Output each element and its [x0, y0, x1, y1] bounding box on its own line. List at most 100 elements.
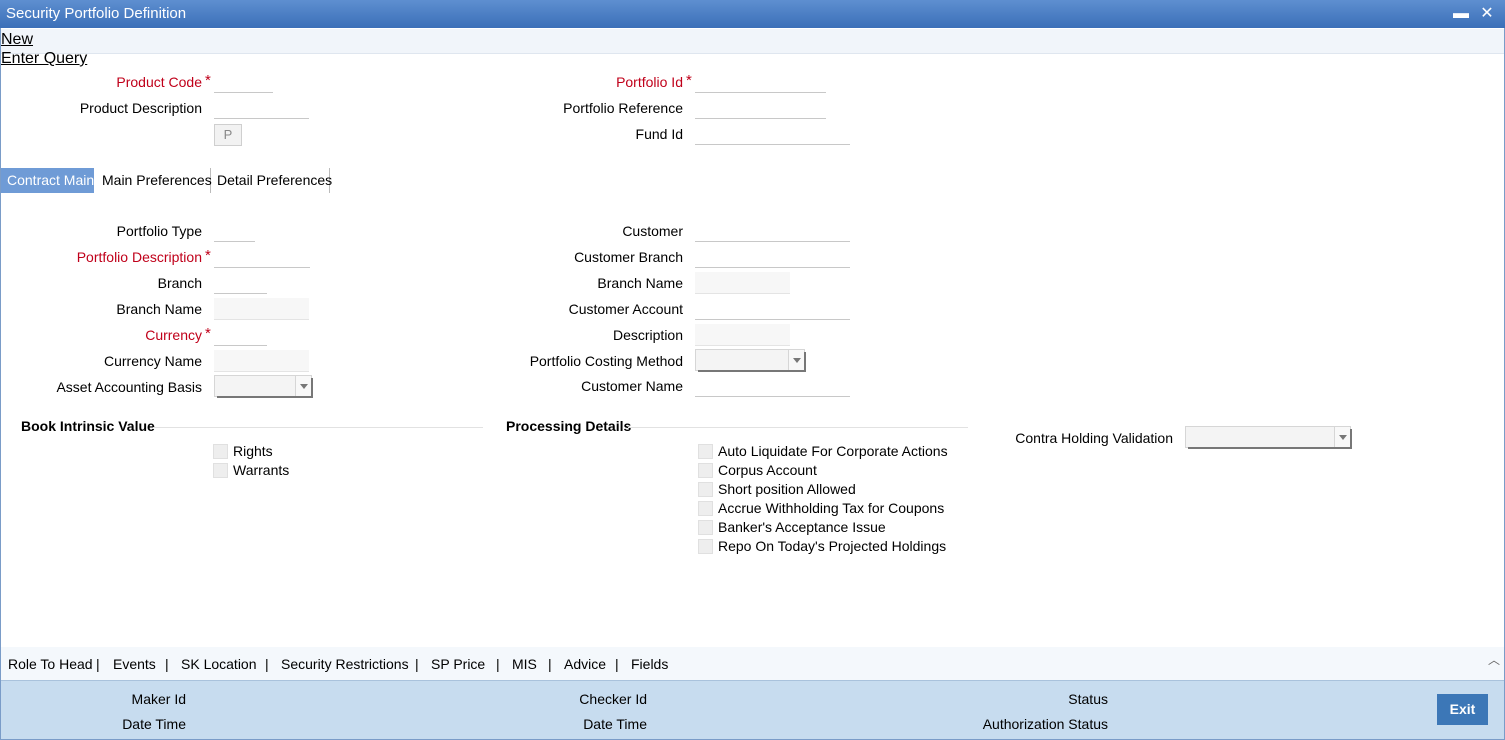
toolbar-strip	[1, 29, 1504, 54]
branch-name-label: Branch Name	[116, 301, 202, 317]
tab-main-preferences[interactable]: Main Preferences	[96, 168, 212, 193]
window-title-bar: Security Portfolio Definition ▬ ✕	[0, 0, 1505, 28]
asset-accounting-basis-select[interactable]	[214, 375, 313, 398]
customer-account-input[interactable]	[695, 298, 850, 320]
warrants-label: Warrants	[233, 462, 290, 478]
bankers-acceptance-label: Banker's Acceptance Issue	[718, 519, 886, 535]
minimize-icon[interactable]: ▬	[1450, 0, 1472, 28]
sp-price-link[interactable]: SP Price	[431, 656, 485, 672]
processing-details-title: Processing Details	[506, 418, 632, 434]
chevron-down-icon	[788, 350, 804, 370]
currency-name-label: Currency Name	[103, 353, 202, 369]
p-button[interactable]: P	[214, 124, 242, 146]
description-label: Description	[612, 327, 683, 343]
currency-input[interactable]	[214, 324, 267, 346]
bottom-link-bar: Role To Head | Events | SK Location | Se…	[1, 647, 1504, 680]
asset-accounting-basis-label: Asset Accounting Basis	[56, 379, 202, 395]
contra-holding-validation-label: Contra Holding Validation	[1015, 430, 1173, 446]
status-label: Status	[1068, 691, 1108, 707]
events-link[interactable]: Events	[113, 656, 156, 672]
repo-projected-holdings-label: Repo On Today's Projected Holdings	[718, 538, 947, 554]
branch-name-field	[214, 298, 309, 320]
portfolio-id-label: Portfolio Id	[616, 74, 683, 90]
fund-id-label: Fund Id	[635, 126, 683, 142]
customer-branch-input[interactable]	[695, 246, 850, 268]
checker-id-label: Checker Id	[579, 691, 647, 707]
required-marker: *	[205, 247, 211, 264]
required-marker: *	[686, 72, 692, 89]
product-description-input[interactable]	[214, 97, 309, 119]
section-divider	[153, 427, 483, 428]
currency-label: Currency	[145, 327, 202, 343]
rights-checkbox[interactable]	[213, 444, 228, 459]
advice-link[interactable]: Advice	[564, 656, 606, 672]
customer-name-input[interactable]	[695, 375, 850, 397]
bankers-acceptance-checkbox[interactable]	[698, 520, 713, 535]
new-link[interactable]: New	[1, 31, 33, 49]
repo-projected-holdings-checkbox[interactable]	[698, 539, 713, 554]
checker-date-time-label: Date Time	[583, 716, 647, 732]
customer-branch-label: Customer Branch	[574, 249, 683, 265]
portfolio-type-label: Portfolio Type	[116, 223, 202, 239]
portfolio-type-input[interactable]	[214, 220, 255, 242]
link-separator: |	[265, 656, 269, 672]
branch-input[interactable]	[214, 272, 267, 294]
fund-id-input[interactable]	[695, 123, 850, 145]
contra-holding-validation-select[interactable]	[1185, 426, 1352, 449]
required-marker: *	[205, 325, 211, 342]
book-intrinsic-value-title: Book Intrinsic Value	[21, 418, 155, 434]
fields-link[interactable]: Fields	[631, 656, 668, 672]
chevron-down-icon	[295, 376, 311, 396]
product-description-label: Product Description	[79, 100, 202, 116]
window-title: Security Portfolio Definition	[6, 5, 187, 22]
currency-name-field	[214, 350, 309, 372]
close-icon[interactable]: ✕	[1476, 0, 1498, 28]
portfolio-reference-input[interactable]	[695, 97, 826, 119]
description-field	[695, 324, 790, 346]
product-code-label: Product Code	[116, 74, 202, 90]
product-code-input[interactable]	[214, 71, 273, 93]
link-separator: |	[496, 656, 500, 672]
link-separator: |	[415, 656, 419, 672]
short-position-checkbox[interactable]	[698, 482, 713, 497]
short-position-label: Short position Allowed	[718, 481, 856, 497]
customer-account-label: Customer Account	[568, 301, 683, 317]
link-separator: |	[165, 656, 169, 672]
sk-location-link[interactable]: SK Location	[181, 656, 257, 672]
auto-liquidate-checkbox[interactable]	[698, 444, 713, 459]
corpus-account-checkbox[interactable]	[698, 463, 713, 478]
auto-liquidate-label: Auto Liquidate For Corporate Actions	[718, 443, 948, 459]
enter-query-link[interactable]: Enter Query	[1, 50, 87, 68]
portfolio-description-label: Portfolio Description	[76, 249, 202, 265]
link-separator: |	[548, 656, 552, 672]
collapse-caret-icon[interactable]: ︿	[1488, 651, 1500, 668]
customer-branch-name-field	[695, 272, 790, 294]
link-separator: |	[96, 656, 100, 672]
accrue-withholding-tax-label: Accrue Withholding Tax for Coupons	[718, 500, 945, 516]
link-separator: |	[615, 656, 619, 672]
tab-detail-preferences[interactable]: Detail Preferences	[211, 168, 332, 193]
audit-footer	[1, 680, 1504, 739]
exit-button[interactable]: Exit	[1437, 694, 1488, 725]
section-divider	[628, 427, 968, 428]
chevron-down-icon	[1334, 427, 1350, 447]
tab-contract-main[interactable]: Contract Main	[1, 168, 94, 193]
portfolio-costing-method-select[interactable]	[695, 349, 806, 372]
customer-branch-name-label: Branch Name	[597, 275, 683, 291]
warrants-checkbox[interactable]	[213, 463, 228, 478]
customer-label: Customer	[622, 223, 683, 239]
portfolio-id-input[interactable]	[695, 71, 826, 93]
role-to-head-link[interactable]: Role To Head	[8, 656, 93, 672]
mis-link[interactable]: MIS	[512, 656, 537, 672]
required-marker: *	[205, 72, 211, 89]
customer-name-label: Customer Name	[581, 378, 683, 394]
corpus-account-label: Corpus Account	[718, 462, 817, 478]
security-restrictions-link[interactable]: Security Restrictions	[281, 656, 409, 672]
accrue-withholding-tax-checkbox[interactable]	[698, 501, 713, 516]
maker-date-time-label: Date Time	[122, 716, 186, 732]
authorization-status-label: Authorization Status	[982, 716, 1108, 732]
customer-input[interactable]	[695, 220, 850, 242]
maker-id-label: Maker Id	[131, 691, 186, 707]
portfolio-description-input[interactable]	[214, 246, 310, 268]
rights-label: Rights	[233, 443, 273, 459]
